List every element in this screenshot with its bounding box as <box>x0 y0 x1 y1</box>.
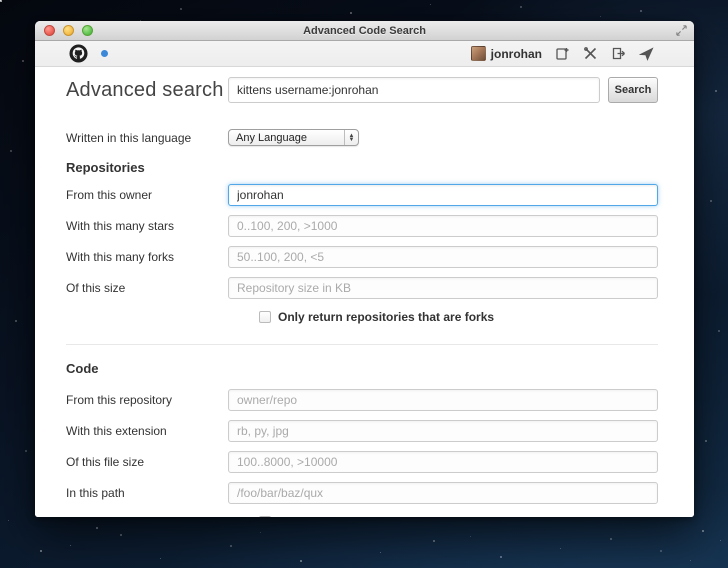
user-avatar <box>470 46 486 61</box>
search-button[interactable]: Search <box>608 77 658 103</box>
tools-icon[interactable] <box>583 46 598 61</box>
code-section-heading: Code <box>66 361 99 376</box>
file-size-input[interactable] <box>228 451 658 473</box>
repo-size-label: Of this size <box>66 281 126 295</box>
paper-plane-icon[interactable] <box>639 46 654 61</box>
starfield-small <box>0 0 1 1</box>
extension-label: With this extension <box>66 424 167 438</box>
extension-input[interactable] <box>228 420 658 442</box>
language-select-value: Any Language <box>236 131 307 144</box>
search-input[interactable] <box>228 77 600 103</box>
username-label: jonrohan <box>490 46 542 61</box>
repository-input[interactable] <box>228 389 658 411</box>
window-title: Advanced Code Search <box>303 24 426 37</box>
sign-out-icon[interactable] <box>611 46 626 61</box>
file-size-label: Of this file size <box>66 455 145 469</box>
stars-input[interactable] <box>228 215 658 237</box>
path-label: In this path <box>66 486 125 500</box>
github-logo-icon[interactable] <box>69 44 88 63</box>
section-divider <box>66 344 658 345</box>
repositories-section-heading: Repositories <box>66 160 145 175</box>
active-tab-indicator-dot <box>101 50 108 57</box>
forks-label: With this many forks <box>66 250 175 264</box>
stars-label: With this many stars <box>66 219 175 233</box>
language-label: Written in this language <box>66 130 192 145</box>
path-input[interactable] <box>228 482 658 504</box>
repo-size-input[interactable] <box>228 277 658 299</box>
forks-input[interactable] <box>228 246 658 268</box>
select-stepper-icon: ▲ ▼ <box>344 130 358 145</box>
language-select[interactable]: Any Language ▲ ▼ <box>228 129 359 146</box>
advanced-search-page: Advanced search Search Written in this l… <box>35 67 694 517</box>
app-window: Advanced Code Search jonrohan Advanced s… <box>35 21 694 517</box>
user-menu[interactable]: jonrohan <box>470 46 542 61</box>
page-title: Advanced search <box>66 78 224 101</box>
app-toolbar: jonrohan <box>35 41 694 67</box>
fullscreen-icon[interactable] <box>675 24 688 37</box>
forks-only-checkbox[interactable] <box>259 311 271 323</box>
owner-input[interactable] <box>228 184 658 206</box>
repo-create-icon[interactable] <box>555 46 570 61</box>
owner-label: From this owner <box>66 188 153 202</box>
forked-code-checkbox-label: Return code from forked Repositories <box>278 515 494 517</box>
forks-only-checkbox-label: Only return repositories that are forks <box>278 310 495 324</box>
window-titlebar[interactable]: Advanced Code Search <box>35 21 694 41</box>
repository-label: From this repository <box>66 393 173 407</box>
forked-code-checkbox[interactable] <box>259 516 271 517</box>
